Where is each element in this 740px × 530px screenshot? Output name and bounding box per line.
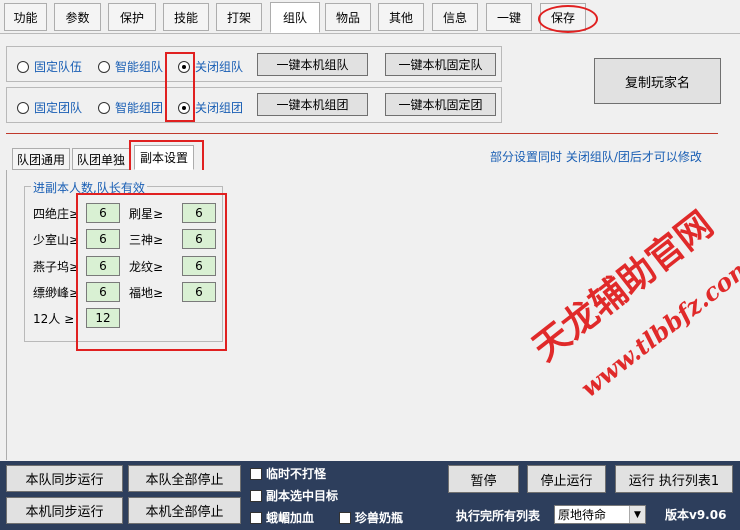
radio-smart-group[interactable]: 智能组团 [98, 99, 163, 116]
check-label: 珍兽奶瓶 [355, 511, 404, 525]
tab-fight[interactable]: 打架 [216, 3, 262, 31]
tab-other[interactable]: 其他 [378, 3, 424, 31]
label-yanziwu: 燕子坞≥ [33, 260, 80, 274]
copy-player-name-button[interactable]: 复制玩家名 [594, 58, 721, 104]
run-list-button[interactable]: 运行 执行列表1 [615, 465, 733, 493]
team-sync-run-button[interactable]: 本队同步运行 [6, 465, 123, 492]
one-key-local-team-button[interactable]: 一键本机组队 [257, 53, 368, 76]
one-key-local-group-button[interactable]: 一键本机组团 [257, 93, 368, 116]
highlight-save-ellipse [538, 5, 598, 33]
radio-fixed-team[interactable]: 固定队伍 [17, 58, 82, 75]
chevron-down-icon: ▼ [629, 506, 645, 523]
radio-label: 固定队伍 [34, 60, 83, 74]
check-label: 临时不打怪 [266, 467, 327, 481]
check-label: 副本选中目标 [266, 489, 339, 503]
notice-text: 部分设置同时 关闭组队/团后才可以修改 [490, 150, 702, 164]
tab-protect[interactable]: 保护 [108, 3, 156, 31]
tab-function[interactable]: 功能 [4, 3, 47, 31]
checkbox [250, 511, 262, 524]
tab-items[interactable]: 物品 [325, 3, 371, 31]
tab-info[interactable]: 信息 [432, 3, 478, 31]
checkbox [250, 489, 262, 502]
check-no-fight[interactable]: 临时不打怪 [250, 465, 326, 482]
radio-label: 固定团队 [34, 101, 83, 115]
radio-label: 关闭组队 [195, 60, 244, 74]
radio-label: 智能组队 [115, 60, 164, 74]
radio-dot [98, 60, 110, 73]
one-key-local-fixed-team-button[interactable]: 一键本机固定队 [385, 53, 496, 76]
radio-label: 关闭组团 [195, 101, 244, 115]
check-label: 蛾嵋加血 [266, 511, 315, 525]
check-select-target[interactable]: 副本选中目标 [250, 487, 338, 504]
radio-fixed-group[interactable]: 固定团队 [17, 99, 82, 116]
after-list-select[interactable]: 原地待命 ▼ [554, 505, 646, 524]
checkbox [250, 467, 262, 480]
local-sync-run-button[interactable]: 本机同步运行 [6, 497, 123, 524]
one-key-local-fixed-group-button[interactable]: 一键本机固定团 [385, 93, 496, 116]
subtab-single[interactable]: 队团单独 [72, 148, 130, 170]
check-pet-bottle[interactable]: 珍兽奶瓶 [339, 509, 403, 526]
tab-team[interactable]: 组队 [270, 2, 320, 33]
stop-run-button[interactable]: 停止运行 [527, 465, 606, 493]
highlight-count-inputs [76, 193, 227, 351]
label-shaoshishan: 少室山≥ [33, 233, 80, 247]
radio-dot [17, 101, 29, 114]
divider-line [6, 133, 718, 134]
label-12-people: 12人 ≥ [33, 312, 75, 326]
highlight-close-radios [165, 52, 195, 122]
tab-skills[interactable]: 技能 [163, 3, 209, 31]
check-emei-heal[interactable]: 蛾嵋加血 [250, 509, 314, 526]
tab-params[interactable]: 参数 [54, 3, 101, 31]
team-stop-all-button[interactable]: 本队全部停止 [128, 465, 241, 492]
radio-label: 智能组团 [115, 101, 164, 115]
select-value: 原地待命 [558, 508, 607, 522]
radio-dot [98, 101, 110, 114]
pause-button[interactable]: 暂停 [448, 465, 519, 493]
tab-onekey[interactable]: 一键 [486, 3, 532, 31]
checkbox [339, 511, 351, 524]
version-label: 版本v9.06 [665, 508, 727, 522]
local-stop-all-button[interactable]: 本机全部停止 [128, 497, 241, 524]
radio-dot [17, 60, 29, 73]
label-sijuezhuang: 四绝庄≥ [33, 207, 80, 221]
radio-smart-team[interactable]: 智能组队 [98, 58, 163, 75]
highlight-dungeon-tab [129, 140, 204, 174]
after-list-label: 执行完所有列表 [456, 509, 541, 523]
label-piaomiaofeng: 缥缈峰≥ [33, 286, 80, 300]
top-tab-bar: 功能 参数 保护 技能 打架 组队 物品 其他 信息 一键 保存 [0, 0, 740, 34]
subtab-common[interactable]: 队团通用 [12, 148, 70, 170]
